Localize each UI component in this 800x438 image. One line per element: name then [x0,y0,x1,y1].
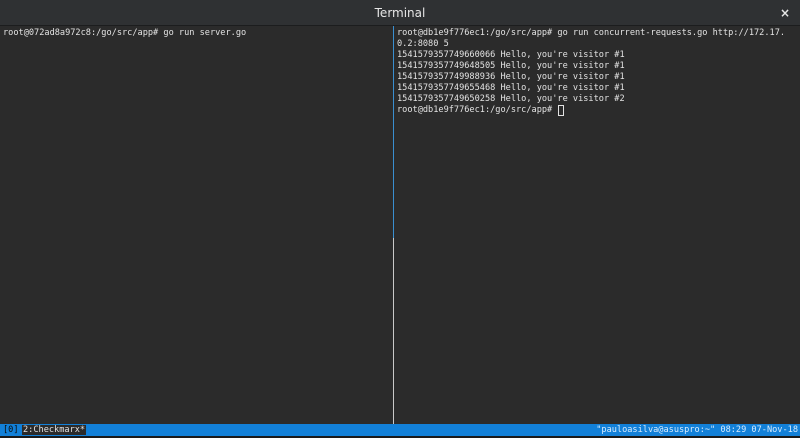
window-tab-label: 2:Checkmarx* [22,425,87,435]
window-title: Terminal [374,6,426,20]
left-pane-line: root@072ad8a972c8:/go/src/app# go run se… [3,28,247,38]
right-pane-line: 1541579357749650258 Hello, you're visito… [397,94,625,104]
right-pane-line: 0.2:8080 5 [397,39,449,49]
close-icon[interactable]: × [776,4,794,22]
terminal-area[interactable]: root@072ad8a972c8:/go/src/app# go run se… [0,26,800,424]
shell-prompt: root@db1e9f776ec1:/go/src/app# [397,105,558,115]
right-pane-line: 1541579357749660066 Hello, you're visito… [397,50,625,60]
terminal-window: Terminal × root@072ad8a972c8:/go/src/app… [0,0,800,438]
right-pane-line: 1541579357749648505 Hello, you're visito… [397,61,625,71]
right-pane-line: root@db1e9f776ec1:/go/src/app# go run co… [397,28,786,38]
window-tab-checkmarx[interactable]: 2:Checkmarx* [20,424,89,436]
tmux-status-bar: [0] 2:Checkmarx* "pauloasilva@asuspro:~"… [0,424,800,436]
right-pane[interactable]: root@db1e9f776ec1:/go/src/app# go run co… [394,26,800,424]
title-bar: Terminal × [0,0,800,26]
right-pane-line: 1541579357749988936 Hello, you're visito… [397,72,625,82]
prompt-line: root@db1e9f776ec1:/go/src/app# [397,105,800,116]
terminal-cursor [558,105,565,116]
left-pane[interactable]: root@072ad8a972c8:/go/src/app# go run se… [0,26,393,424]
right-pane-line: 1541579357749655468 Hello, you're visito… [397,83,625,93]
session-indicator: [0] [3,425,19,435]
status-right-info: "pauloasilva@asuspro:~" 08:29 07-Nov-18 [596,425,798,435]
